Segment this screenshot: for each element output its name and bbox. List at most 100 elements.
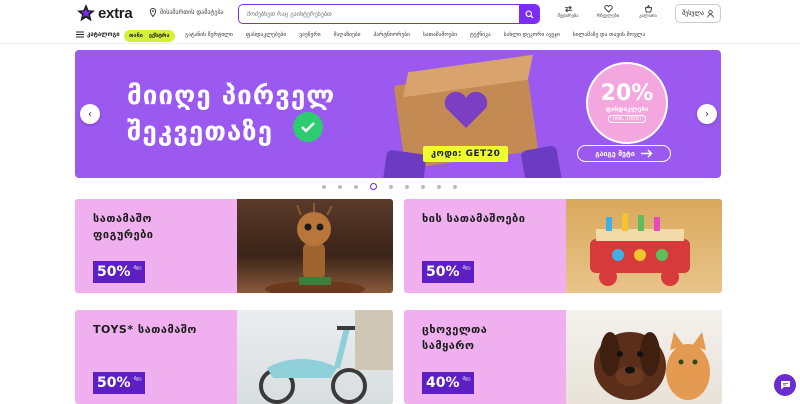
catalog-button[interactable]: კატალოგი <box>76 31 120 38</box>
menu-icon <box>76 31 84 38</box>
location-selector[interactable]: მისამართის დამატება <box>149 8 224 17</box>
carousel-dot[interactable] <box>453 184 457 189</box>
nav-item[interactable]: ფასდაკლებები <box>246 32 286 38</box>
deal-label-1: თანი <box>129 33 143 39</box>
banner-title-line1: მიიღე პირველ <box>127 81 336 111</box>
learn-more-button[interactable]: გაიგე მეტი <box>577 145 671 162</box>
arm-left-image <box>383 149 427 178</box>
chevron-left-icon: ‹ <box>88 108 92 120</box>
search-button[interactable] <box>519 5 539 23</box>
compare-button[interactable]: შედარება <box>555 5 581 19</box>
card-title-line2: ფიგურები <box>93 228 154 241</box>
discount-value: 50% <box>97 375 131 391</box>
discount-suffix: -მდე <box>461 376 471 381</box>
nav-item[interactable]: სათამაშოები <box>423 32 457 38</box>
carousel-dot[interactable] <box>389 184 393 189</box>
star-logo-icon <box>77 4 95 22</box>
discount-badge: 50% -მდე <box>93 372 146 394</box>
category-nav: კატალოგი თანი ექსტრა გატანის წერტილი ფას… <box>0 29 800 44</box>
user-icon <box>707 9 714 18</box>
card-title-line1: ცხოველთა <box>422 323 488 336</box>
nav-item[interactable]: მაღაზიები <box>334 32 361 38</box>
location-label: მისამართის დამატება <box>160 9 224 16</box>
carousel-dots <box>322 183 457 190</box>
carousel-dot[interactable] <box>437 184 441 189</box>
card-title-line1: TOYS* სათამაშო <box>93 323 197 336</box>
discount-badge: 50% -მდე <box>422 261 475 283</box>
location-pin-icon <box>149 8 157 17</box>
card-title-line2: სამყარო <box>422 339 475 352</box>
promo-min: (მინ. 100₾) <box>607 115 647 123</box>
favorites-label: რჩეულები <box>596 14 620 19</box>
learn-more-label: გაიგე მეტი <box>595 149 635 158</box>
carousel-dot[interactable] <box>405 184 409 189</box>
carousel-dot[interactable] <box>322 184 326 189</box>
chat-button[interactable] <box>774 374 796 396</box>
compare-label: შედარება <box>557 14 579 19</box>
card-title: ხის სათამაშოები <box>422 211 525 227</box>
promo-label: ფასდაკლება <box>605 105 649 113</box>
login-button[interactable]: შესვლა <box>675 4 721 23</box>
nav-item[interactable]: ტექნიკა <box>470 32 491 38</box>
carousel-dot[interactable] <box>370 183 377 190</box>
carousel-dot[interactable] <box>421 184 425 189</box>
deal-label-2: ექსტრა <box>148 33 170 39</box>
arrow-right-icon <box>640 149 653 158</box>
nav-deal-pill[interactable]: თანი ექსტრა <box>124 30 175 42</box>
arm-right-image <box>520 145 562 178</box>
nav-item[interactable]: სილამაზე და თავის მოვლა <box>573 32 646 38</box>
nav-items: გატანის წერტილი ფასდაკლებები ვაუჩერი მაღ… <box>185 32 645 38</box>
discount-suffix: -მდე <box>461 265 471 270</box>
header: extra მისამართის დამატება შედარება რჩეულ… <box>0 0 800 28</box>
category-card-pets[interactable]: ცხოველთა სამყარო 40% -მდე <box>404 310 722 404</box>
carousel-prev-button[interactable]: ‹ <box>80 104 100 124</box>
nav-item[interactable]: ვაუჩერი <box>299 32 320 38</box>
nav-item[interactable]: პარტნიორები <box>373 32 409 38</box>
logo-text: extra <box>98 4 133 22</box>
heart-icon <box>603 5 613 13</box>
carousel-dot[interactable] <box>338 184 342 189</box>
search-input[interactable] <box>239 5 519 23</box>
pets-image <box>566 310 722 404</box>
cart-label: კალათა <box>639 14 657 19</box>
figure-toy-image <box>237 199 393 293</box>
promo-circle: 20% ფასდაკლება (მინ. 100₾) <box>586 62 668 144</box>
category-card-figures[interactable]: სათამაშო ფიგურები 50% -მდე <box>75 199 393 293</box>
heart-logo-icon <box>444 91 488 128</box>
favorites-button[interactable]: რჩეულები <box>595 5 621 19</box>
discount-suffix: -მდე <box>132 265 142 270</box>
wooden-toy-image <box>566 199 722 293</box>
nav-item[interactable]: სახლი დეკორი ავეჯი <box>504 32 560 38</box>
carousel-next-button[interactable]: › <box>697 104 717 124</box>
discount-suffix: -მდე <box>132 376 142 381</box>
scooter-toy-image <box>237 310 393 404</box>
promo-percent: 20% <box>600 81 654 106</box>
category-card-wooden-toys[interactable]: ხის სათამაშოები 50% -მდე <box>404 199 722 293</box>
promo-code: კოდი: GET20 <box>423 146 509 162</box>
chat-icon <box>780 381 790 390</box>
search-icon <box>524 9 534 19</box>
card-title-line1: ხის სათამაშოები <box>422 212 526 225</box>
checkmark-icon <box>293 112 323 142</box>
card-title: ცხოველთა სამყარო <box>422 322 487 354</box>
card-title: TOYS* სათამაშო <box>93 322 197 338</box>
nav-item[interactable]: გატანის წერტილი <box>185 32 233 38</box>
carousel-dot[interactable] <box>354 184 358 189</box>
hero-banner[interactable]: მიიღე პირველ შეკვეთაზე კოდი: GET20 20% ფ… <box>75 50 721 178</box>
login-label: შესვლა <box>682 10 704 17</box>
card-title: სათამაშო ფიგურები <box>93 211 153 243</box>
cart-button[interactable]: კალათა <box>635 5 661 19</box>
category-card-toys[interactable]: TOYS* სათამაშო 50% -მდე <box>75 310 393 404</box>
discount-badge: 40% -მდე <box>422 372 475 394</box>
logo[interactable]: extra <box>76 3 133 23</box>
search-bar <box>238 4 540 24</box>
cart-icon <box>644 5 652 13</box>
discount-value: 50% <box>97 264 131 280</box>
chevron-right-icon: › <box>705 108 709 120</box>
card-title-line1: სათამაშო <box>93 212 152 225</box>
discount-value: 40% <box>426 375 460 391</box>
compare-icon <box>564 5 572 13</box>
header-actions: შედარება რჩეულები კალათა <box>555 5 661 19</box>
catalog-label: კატალოგი <box>87 31 120 38</box>
discount-value: 50% <box>426 264 460 280</box>
